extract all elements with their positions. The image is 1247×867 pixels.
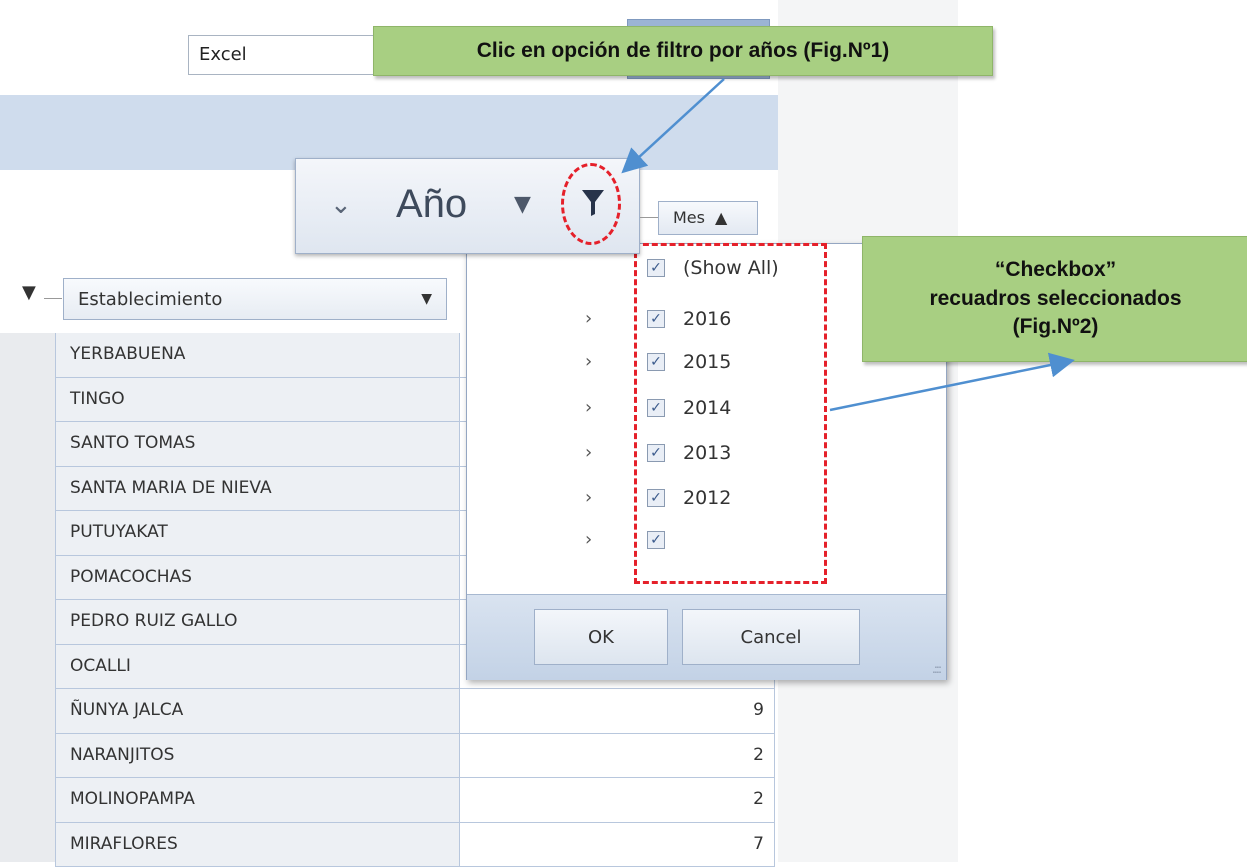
sort-desc-icon[interactable]: ▼	[514, 192, 531, 217]
chevron-right-icon[interactable]: ›	[585, 397, 592, 418]
establishment-name-cell: NARANJITOS	[55, 734, 460, 778]
header-connector	[640, 217, 658, 218]
funnel-icon[interactable]: ▼	[22, 282, 36, 303]
chevron-right-icon[interactable]: ›	[585, 308, 592, 329]
establishment-name-cell: SANTO TOMAS	[55, 422, 460, 466]
month-field-label: Mes	[673, 208, 705, 227]
chevron-right-icon[interactable]: ›	[585, 351, 592, 372]
chevron-down-icon[interactable]: ⌄	[330, 190, 352, 220]
annotation-fig2-line2: recuadros seleccionados	[929, 285, 1181, 313]
year-field-label: Año	[396, 182, 467, 227]
chevron-right-icon[interactable]: ›	[585, 442, 592, 463]
value-cell: 9	[460, 689, 775, 733]
cancel-button[interactable]: Cancel	[682, 609, 860, 665]
establishment-field-label: Establecimiento	[78, 289, 222, 310]
popup-footer: OK Cancel .:::	[467, 594, 946, 680]
establishment-name-cell: MOLINOPAMPA	[55, 778, 460, 822]
page-margin	[958, 0, 1247, 862]
ok-button[interactable]: OK	[534, 609, 668, 665]
establishment-field-header[interactable]: Establecimiento ▼	[63, 278, 447, 320]
export-format-select[interactable]: Excel	[188, 35, 388, 75]
establishment-name-cell: PUTUYAKAT	[55, 511, 460, 555]
month-field-header[interactable]: Mes ▲	[658, 201, 758, 235]
establishment-name-cell: ÑUNYA JALCA	[55, 689, 460, 733]
resize-grip-icon[interactable]: .:::	[932, 662, 940, 676]
establishment-name-cell: TINGO	[55, 378, 460, 422]
sort-desc-icon[interactable]: ▼	[421, 291, 432, 307]
establishment-name-cell: SANTA MARIA DE NIEVA	[55, 467, 460, 511]
establishment-name-cell: OCALLI	[55, 645, 460, 689]
value-cell: 7	[460, 823, 775, 867]
establishment-name-cell: PEDRO RUIZ GALLO	[55, 600, 460, 644]
value-cell: 2	[460, 778, 775, 822]
row-gutter	[0, 333, 56, 862]
header-connector	[44, 298, 62, 299]
table-row[interactable]: ÑUNYA JALCA9	[55, 689, 775, 734]
establishment-name-cell: YERBABUENA	[55, 333, 460, 377]
table-row[interactable]: NARANJITOS2	[55, 734, 775, 779]
table-row[interactable]: MIRAFLORES7	[55, 823, 775, 867]
filter-icon-highlight	[561, 163, 621, 245]
chevron-right-icon[interactable]: ›	[585, 529, 592, 550]
annotation-fig2: “Checkbox” recuadros seleccionados (Fig.…	[862, 236, 1247, 362]
annotation-fig1: Clic en opción de filtro por años (Fig.N…	[373, 26, 993, 76]
value-cell: 2	[460, 734, 775, 778]
establishment-name-cell: POMACOCHAS	[55, 556, 460, 600]
checkbox-highlight	[634, 243, 827, 584]
annotation-fig2-line1: “Checkbox”	[995, 256, 1116, 284]
chevron-right-icon[interactable]: ›	[585, 487, 592, 508]
establishment-name-cell: MIRAFLORES	[55, 823, 460, 867]
sort-asc-icon[interactable]: ▲	[715, 208, 727, 227]
annotation-fig2-line3: (Fig.Nº2)	[1013, 313, 1099, 341]
table-row[interactable]: MOLINOPAMPA2	[55, 778, 775, 823]
